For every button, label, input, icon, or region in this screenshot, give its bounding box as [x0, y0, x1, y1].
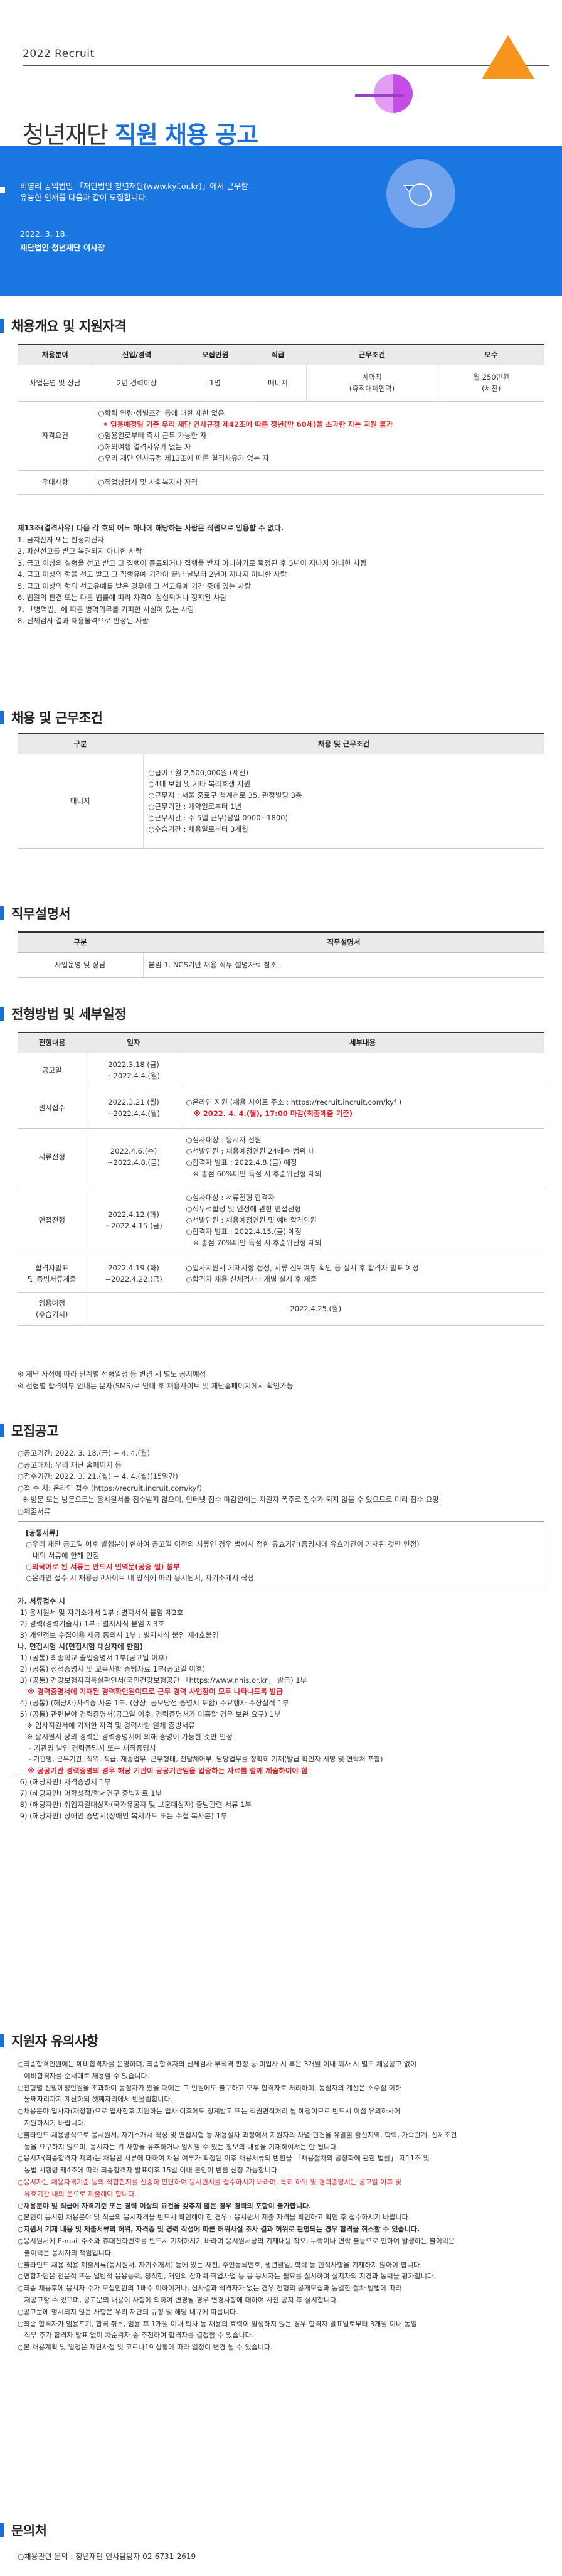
schedule-table: 전형내용 일자 세부내용 공고일 2022.3.18.(금) ~2022.4.4…: [18, 1032, 544, 1326]
conditions-table: 구분 채용 및 근무조건 매니저 ○급여 : 월 2,500,000원 (세전)…: [18, 733, 544, 849]
page-title: 청년재단 직원 채용 공고: [23, 121, 258, 146]
section-heading-overview: 채용개요 및 지원자격: [0, 316, 127, 335]
schedule-notes: ※ 재단 사정에 따라 단계별 전형일정 등 변경 시 별도 공지예정 ※ 전형…: [18, 1370, 294, 1390]
banner-accent: [0, 187, 5, 193]
section-heading-schedule: 전형방법 및 세부일정: [0, 1004, 127, 1023]
purple-circle-shape: [374, 74, 413, 113]
section-heading-contact: 문의처: [0, 2521, 47, 2540]
intro-banner: 비영리 공익법인 「재단법인 청년재단(www.kyf.or.kr)」에서 근무…: [0, 146, 562, 296]
hero-year: 2022 Recruit: [23, 48, 95, 60]
table-row: 원서접수 2022.3.21.(월) ~2022.4.4.(월) ○온라인 지원…: [18, 1088, 544, 1129]
disqualification-list: 제13조(결격사유) 다음 각 호의 어느 하나에 해당하는 사람은 직원으로 …: [18, 523, 367, 625]
table-row: 면접전형 2022.4.12.(화) ~2022.4.15.(금) ○심사대상 …: [18, 1186, 544, 1255]
overview-table: 채용분야 신입/경력 모집인원 직급 근무조건 보수 사업운영 및 상담 2년 …: [18, 344, 544, 495]
purple-bar-shape: [355, 94, 404, 97]
orange-triangle-shape: [482, 35, 534, 79]
table-row: 서류전형 2022.4.6.(수) ~2022.4.8.(금) ○심사대상 : …: [18, 1128, 544, 1186]
section-heading-job-description: 직무설명서: [0, 904, 71, 923]
hero: 2022 Recruit 청년재단 직원 채용 공고: [0, 0, 562, 146]
hero-rule: [23, 65, 549, 66]
caution-list: ○최종합격인원에는 예비합격자를 운영하며, 최종합격자의 신체검사 부적격 판…: [18, 2060, 457, 2352]
contact-info: ○채용관련 문의 : 청년재단 인사담당자 02-6731-2619: [18, 2552, 196, 2561]
table-row: 합격자발표 및 증빙서류제출 2022.4.19.(화) ~2022.4.22.…: [18, 1255, 544, 1293]
section-heading-conditions: 채용 및 근무조건: [0, 708, 103, 727]
intro-text: 비영리 공익법인 「재단법인 청년재단(www.kyf.or.kr)」에서 근무…: [20, 181, 248, 202]
intro-signature: 2022. 3. 18. 재단법인 청년재단 이사장: [20, 229, 105, 252]
submission-documents: 가. 서류접수 시 1) 응시원서 및 자기소개서 1부 : 별지서식 붙임 제…: [18, 1597, 383, 1820]
section-heading-cautions: 지원자 유의사항: [0, 2031, 98, 2050]
table-row: 임용예정 (수습기시) 2022.4.25.(월): [18, 1292, 544, 1326]
recruitment-info: ○공고기간: 2022. 3. 18.(금) ~ 4. 4.(월) ○공고매체:…: [18, 1449, 439, 1516]
common-documents-box: [공통서류] ○우리 재단 공고일 이후 발행분에 한하여 공고일 이전의 서류…: [18, 1521, 544, 1589]
table-row: 공고일 2022.3.18.(금) ~2022.4.4.(월): [18, 1053, 544, 1088]
section-heading-recruitment: 모집공고: [0, 1421, 59, 1440]
job-description-table: 구분 직무설명서 사업운영 및 상담 붙임 1. NCS기반 채용 직무 설명자…: [18, 931, 544, 978]
